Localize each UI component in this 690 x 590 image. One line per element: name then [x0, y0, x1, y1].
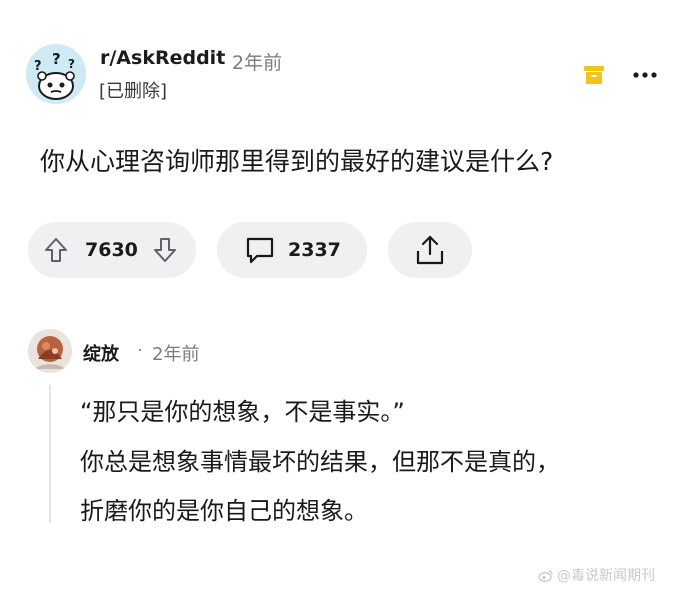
share-button[interactable]: [388, 222, 472, 278]
comment-line-3: 折磨你的是你自己的想象。: [80, 497, 368, 525]
comment-line-1: “那只是你的想象，不是事实。”: [80, 398, 405, 426]
comment-button[interactable]: 2337: [217, 222, 367, 278]
comment-bubble-icon: [244, 234, 276, 266]
vote-bar: 7630: [28, 222, 196, 278]
svg-text:?: ?: [34, 59, 42, 74]
comment-count: 2337: [288, 239, 341, 261]
post-time: 2年前: [232, 52, 283, 74]
share-upload-icon: [414, 233, 446, 267]
archive-box-icon[interactable]: [583, 64, 605, 86]
subreddit-avatar[interactable]: ? ? ?: [26, 44, 86, 104]
comment-line-2: 你总是想象事情最坏的结果，但那不是真的，: [80, 448, 560, 476]
comment-time: 2年前: [152, 344, 200, 365]
comment-author[interactable]: 绽放: [83, 340, 119, 366]
more-dots-icon[interactable]: [632, 67, 658, 81]
meta-separator: ·: [137, 340, 143, 361]
weibo-logo-icon: [538, 569, 553, 582]
upvote-count: 7630: [85, 239, 138, 261]
user-avatar[interactable]: [28, 329, 72, 373]
thread-line[interactable]: [49, 385, 51, 523]
watermark: @毒说新闻期刊: [538, 565, 655, 585]
reddit-snoo-confused-icon: ? ? ?: [26, 44, 86, 104]
post-author[interactable]: [已删除]: [99, 77, 167, 103]
svg-text:?: ?: [68, 57, 75, 71]
svg-text:?: ?: [52, 50, 61, 68]
post-title[interactable]: 你从心理咨询师那里得到的最好的建议是什么?: [40, 142, 553, 178]
arrow-up-icon[interactable]: [43, 236, 69, 264]
arrow-down-icon[interactable]: [152, 236, 178, 264]
watermark-text: @毒说新闻期刊: [557, 568, 655, 584]
subreddit-name[interactable]: r/AskReddit: [100, 47, 225, 69]
